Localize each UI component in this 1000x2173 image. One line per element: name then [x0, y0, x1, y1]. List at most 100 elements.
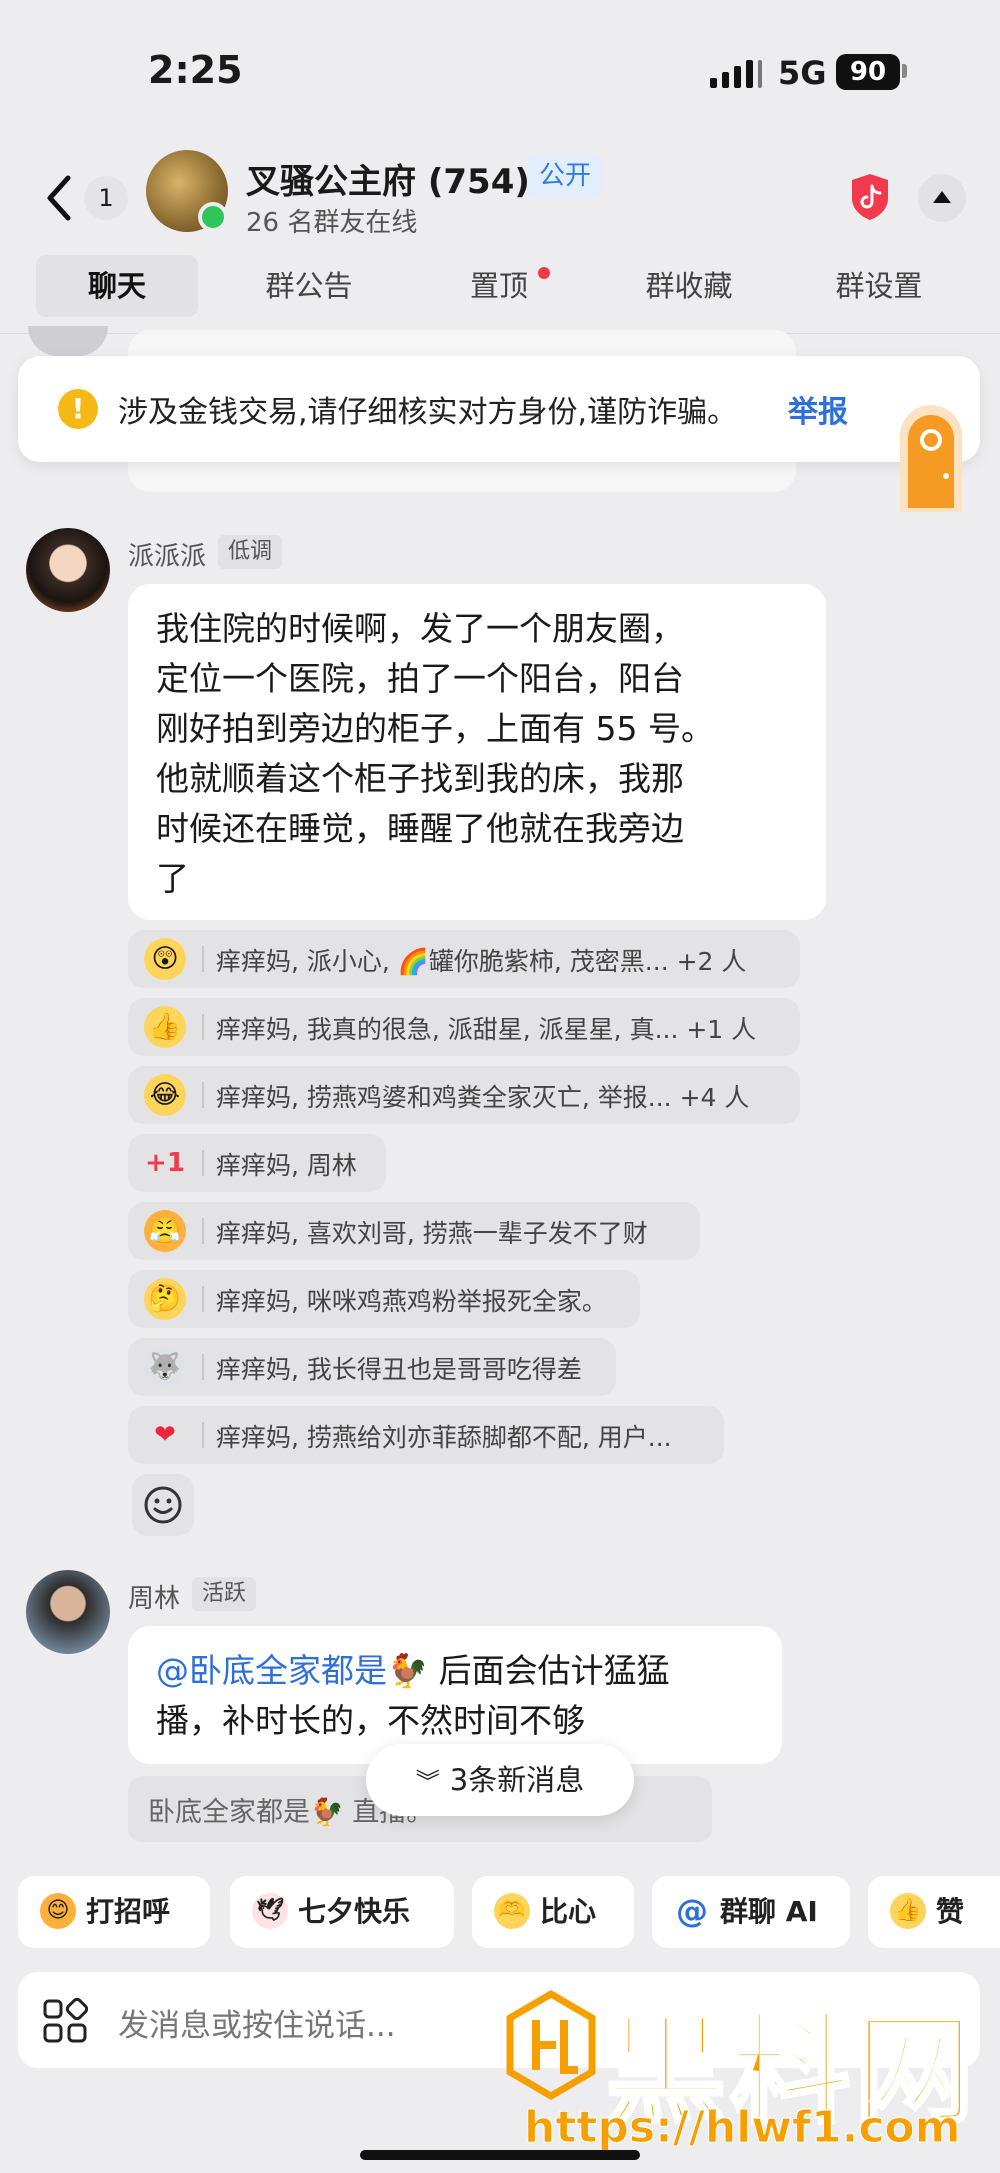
reaction-row[interactable]: 😲 痒痒妈, 派小心, 🌈罐你脆紫柿, 茂密黑... +2 人	[128, 930, 800, 988]
status-bar: 2:25 5G 90	[0, 0, 1000, 150]
quick-like-button[interactable]: 👍 赞	[868, 1876, 1000, 1948]
angry-face-icon: 😤	[144, 1210, 186, 1252]
reaction-row[interactable]: 🐺 痒痒妈, 我长得丑也是哥哥吃得差	[128, 1338, 616, 1396]
laughing-tears-icon: 😂	[144, 1074, 186, 1116]
reaction-users: 痒痒妈, 派小心, 🌈罐你脆紫柿, 茂密黑... +2 人	[216, 947, 747, 976]
quick-actions: 😊 打招呼 🕊 七夕快乐 🫶 比心 @ 群聊 AI 👍 赞	[0, 1876, 1000, 1948]
message-line: 我住院的时候啊，发了一个朋友圈，	[156, 609, 684, 648]
husky-dog-icon: 🐺	[144, 1346, 186, 1388]
message-line: 刚好拍到旁边的柜子，上面有 55 号。	[156, 709, 714, 748]
back-arrow-icon[interactable]	[40, 168, 80, 228]
apps-grid-icon[interactable]	[42, 1998, 88, 2044]
message-input[interactable]: 发消息或按住说话...	[118, 2000, 396, 2045]
reaction-row[interactable]: 😤 痒痒妈, 喜欢刘哥, 捞燕一辈子发不了财	[128, 1202, 700, 1260]
quick-greet-button[interactable]: 😊 打招呼	[18, 1876, 210, 1948]
quick-heart-button[interactable]: 🫶 比心	[472, 1876, 634, 1948]
online-count: 26 名群友在线	[246, 208, 418, 238]
avatar[interactable]	[26, 1570, 110, 1654]
reaction-row[interactable]: ❤ 痒痒妈, 捞燕给刘亦菲舔脚都不配, 用户...	[128, 1406, 724, 1464]
warning-text: 涉及金钱交易,请仔细核实对方身份,谨防诈骗。	[118, 395, 738, 430]
sender-name[interactable]: 派派派	[128, 536, 206, 573]
reaction-separator	[202, 1150, 204, 1176]
door-icon[interactable]	[888, 396, 974, 514]
watermark-url: https://hlwf1.com	[524, 2102, 961, 2154]
shocked-face-icon: 😲	[144, 938, 186, 980]
tab-announcement[interactable]: 群公告	[234, 255, 384, 317]
reaction-users: 痒痒妈, 咪咪鸡燕鸡粉举报死全家。	[216, 1287, 607, 1316]
member-tag: 低调	[218, 535, 283, 569]
report-link[interactable]: 举报	[788, 387, 848, 431]
reaction-separator	[202, 1218, 204, 1244]
battery-tip	[902, 64, 907, 78]
reaction-separator	[202, 1354, 204, 1380]
dove-icon: 🕊	[252, 1893, 288, 1929]
tab-pinned[interactable]: 置顶	[424, 255, 574, 317]
new-messages-button[interactable]: ︾ 3条新消息	[366, 1744, 634, 1816]
mention-link[interactable]: @卧底全家都是🐓	[156, 1651, 428, 1690]
reaction-users: 痒痒妈, 喜欢刘哥, 捞燕一辈子发不了财	[216, 1219, 648, 1248]
reaction-users: 痒痒妈, 捞燕给刘亦菲舔脚都不配, 用户...	[216, 1423, 672, 1452]
thinking-face-icon: 🤔	[144, 1278, 186, 1320]
quick-label: 比心	[540, 1895, 597, 1928]
group-name[interactable]: 叉骚公主府 (754)	[246, 154, 530, 203]
tab-settings[interactable]: 群设置	[804, 255, 954, 317]
quick-group-ai-button[interactable]: @ 群聊 AI	[652, 1876, 850, 1948]
signal-icon	[710, 58, 762, 88]
quick-label: 赞	[936, 1895, 965, 1928]
reaction-row[interactable]: 😂 痒痒妈, 捞燕鸡婆和鸡粪全家灭亡, 举报... +4 人	[128, 1066, 800, 1124]
reaction-users: 痒痒妈, 我长得丑也是哥哥吃得差	[216, 1355, 582, 1384]
douyin-shield-icon[interactable]	[848, 172, 892, 222]
plus-one-icon: +1	[145, 1148, 185, 1178]
reaction-row[interactable]: 🤔 痒痒妈, 咪咪鸡燕鸡粉举报死全家。	[128, 1270, 640, 1328]
message-line: 了	[156, 859, 189, 898]
fraud-warning-banner: ! 涉及金钱交易,请仔细核实对方身份,谨防诈骗。 举报	[18, 356, 980, 462]
message-bubble[interactable]: 我住院的时候啊，发了一个朋友圈， 定位一个医院，拍了一个阳台，阳台 刚好拍到旁边…	[128, 584, 826, 920]
message-line: 定位一个医院，拍了一个阳台，阳台	[156, 659, 684, 698]
message-text: 后面会估计猛猛	[428, 1651, 670, 1690]
collapse-up-icon[interactable]	[918, 174, 966, 222]
message-line: 他就顺着这个柜子找到我的床，我那	[156, 759, 684, 798]
thumbs-up-icon: 👍	[890, 1893, 926, 1929]
reaction-users: 痒痒妈, 我真的很急, 派甜星, 派星星, 真... +1 人	[216, 1015, 757, 1044]
reaction-users: 痒痒妈, 周林	[216, 1151, 357, 1180]
at-icon: @	[676, 1892, 708, 1930]
chat-header: 1 叉骚公主府 (754) 公开 26 名群友在线	[0, 150, 1000, 270]
online-status-icon	[198, 202, 228, 232]
warning-icon: !	[58, 389, 98, 429]
reaction-row[interactable]: +1 痒痒妈, 周林	[128, 1134, 386, 1192]
tab-chat[interactable]: 聊天	[36, 255, 198, 317]
public-badge: 公开	[528, 154, 602, 198]
add-reaction-smiley-icon[interactable]	[132, 1474, 194, 1536]
message-line: @卧底全家都是🐓 后面会估计猛猛	[156, 1646, 754, 1696]
quick-qixi-button[interactable]: 🕊 七夕快乐	[230, 1876, 454, 1948]
status-time: 2:25	[148, 48, 243, 92]
quick-label: 七夕快乐	[298, 1895, 411, 1928]
wave-icon: 😊	[40, 1893, 76, 1929]
sender-name[interactable]: 周林	[128, 1578, 180, 1615]
heart-hands-icon: 🫶	[494, 1893, 530, 1929]
tab-bar: 聊天 群公告 置顶 群收藏 群设置	[0, 255, 1000, 325]
reaction-separator	[202, 1422, 204, 1448]
red-heart-icon: ❤	[154, 1420, 176, 1450]
battery-icon: 90	[836, 54, 900, 90]
chevron-down-icon: ︾	[415, 1768, 440, 1796]
thumbs-up-icon: 👍	[144, 1006, 186, 1048]
avatar[interactable]	[26, 528, 110, 612]
pinned-unread-dot	[538, 267, 550, 279]
watermark-logo-icon	[506, 1990, 596, 2100]
reaction-separator	[202, 1286, 204, 1312]
reaction-separator	[202, 946, 204, 972]
member-tag: 活跃	[192, 1577, 257, 1611]
message-line: 播，补时长的，不然时间不够	[156, 1701, 585, 1740]
message-line: 时候还在睡觉，睡醒了他就在我旁边	[156, 809, 684, 848]
reaction-separator	[202, 1082, 204, 1108]
reaction-separator	[202, 1014, 204, 1040]
reaction-row[interactable]: 👍 痒痒妈, 我真的很急, 派甜星, 派星星, 真... +1 人	[128, 998, 800, 1056]
reaction-users: 痒痒妈, 捞燕鸡婆和鸡粪全家灭亡, 举报... +4 人	[216, 1083, 750, 1112]
avatar[interactable]	[28, 326, 108, 356]
quick-label: 群聊 AI	[720, 1895, 818, 1928]
quick-label: 打招呼	[86, 1895, 171, 1928]
tab-favorites[interactable]: 群收藏	[614, 255, 764, 317]
home-indicator	[360, 2150, 640, 2160]
unread-count-badge[interactable]: 1	[84, 176, 128, 220]
